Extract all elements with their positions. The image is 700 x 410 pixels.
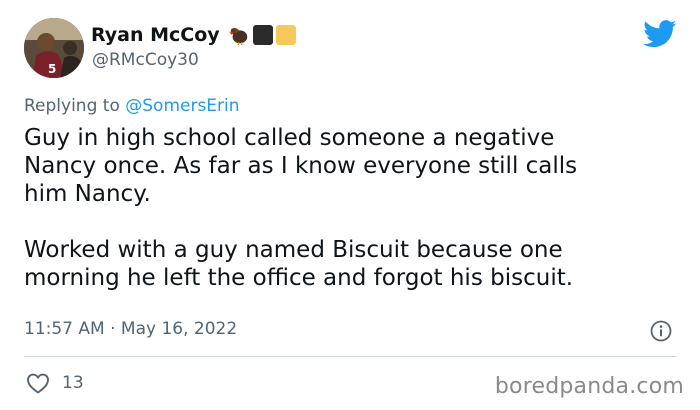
author-name-row: Ryan McCoy xyxy=(91,22,296,48)
reply-prefix: Replying to xyxy=(24,96,126,116)
author-handle[interactable]: @RMcCoy30 xyxy=(92,50,199,70)
name-emojis xyxy=(228,24,296,46)
reply-context: Replying to @SomersErin xyxy=(24,96,240,116)
tweet-card: 5 Ryan McCoy @RMcCoy30 Replying to @Some… xyxy=(0,0,700,410)
svg-text:5: 5 xyxy=(48,62,56,76)
divider xyxy=(24,356,677,357)
avatar[interactable]: 5 xyxy=(24,18,84,78)
turkey-emoji xyxy=(228,27,247,46)
black-square-emoji xyxy=(252,25,273,45)
display-name[interactable]: Ryan McCoy xyxy=(91,24,220,46)
heart-icon[interactable] xyxy=(26,372,50,394)
like-count: 13 xyxy=(62,373,84,393)
avatar-image: 5 xyxy=(24,18,84,78)
twitter-bird-icon[interactable] xyxy=(643,20,677,48)
tweet-text: Guy in high school called someone a nega… xyxy=(24,125,578,291)
reply-mention-link[interactable]: @SomersErin xyxy=(125,96,239,116)
tweet-timestamp[interactable]: 11:57 AM · May 16, 2022 xyxy=(24,319,237,339)
watermark: boredpanda.com xyxy=(494,374,684,399)
yellow-square-emoji xyxy=(275,25,296,45)
like-button[interactable]: 13 xyxy=(26,372,84,394)
info-icon[interactable] xyxy=(650,320,672,342)
